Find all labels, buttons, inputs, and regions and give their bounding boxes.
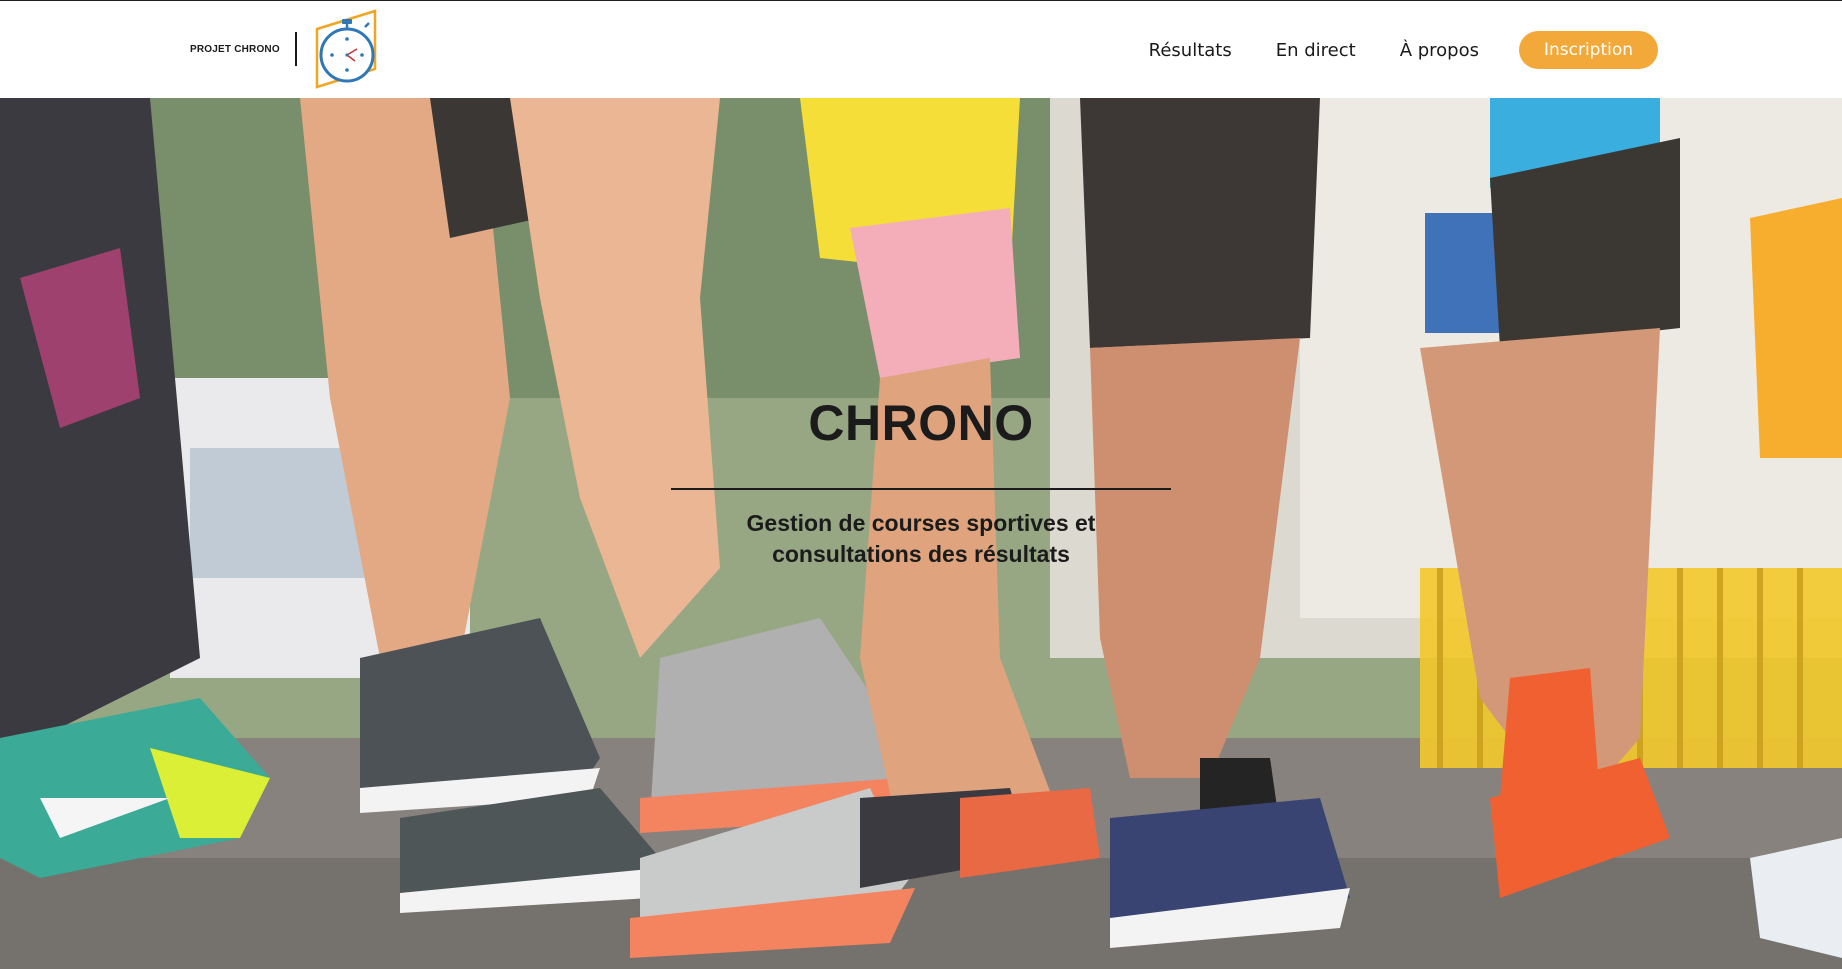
site-logo[interactable]: PROJET CHRONO [190, 9, 379, 89]
page: PROJET CHRONO Résultats En direct À prop… [0, 0, 1842, 969]
hero-section: CHRONO Gestion de courses sportives et c… [0, 98, 1842, 969]
hero-subtitle: Gestion de courses sportives et consulta… [746, 510, 1096, 567]
logo-text: PROJET CHRONO [190, 43, 280, 55]
hero-divider [671, 488, 1171, 490]
inscription-button[interactable]: Inscription [1519, 31, 1658, 69]
hero-content: CHRONO Gestion de courses sportives et c… [600, 398, 1242, 570]
hero-title: CHRONO [808, 395, 1034, 451]
main-nav: Résultats En direct À propos Inscription [1149, 31, 1658, 69]
logo-divider [294, 32, 297, 66]
nav-a-propos-link[interactable]: À propos [1400, 40, 1479, 61]
stopwatch-icon [315, 9, 377, 89]
site-header: PROJET CHRONO Résultats En direct À prop… [0, 0, 1842, 98]
nav-resultats-link[interactable]: Résultats [1149, 40, 1232, 61]
nav-en-direct-link[interactable]: En direct [1276, 40, 1356, 61]
